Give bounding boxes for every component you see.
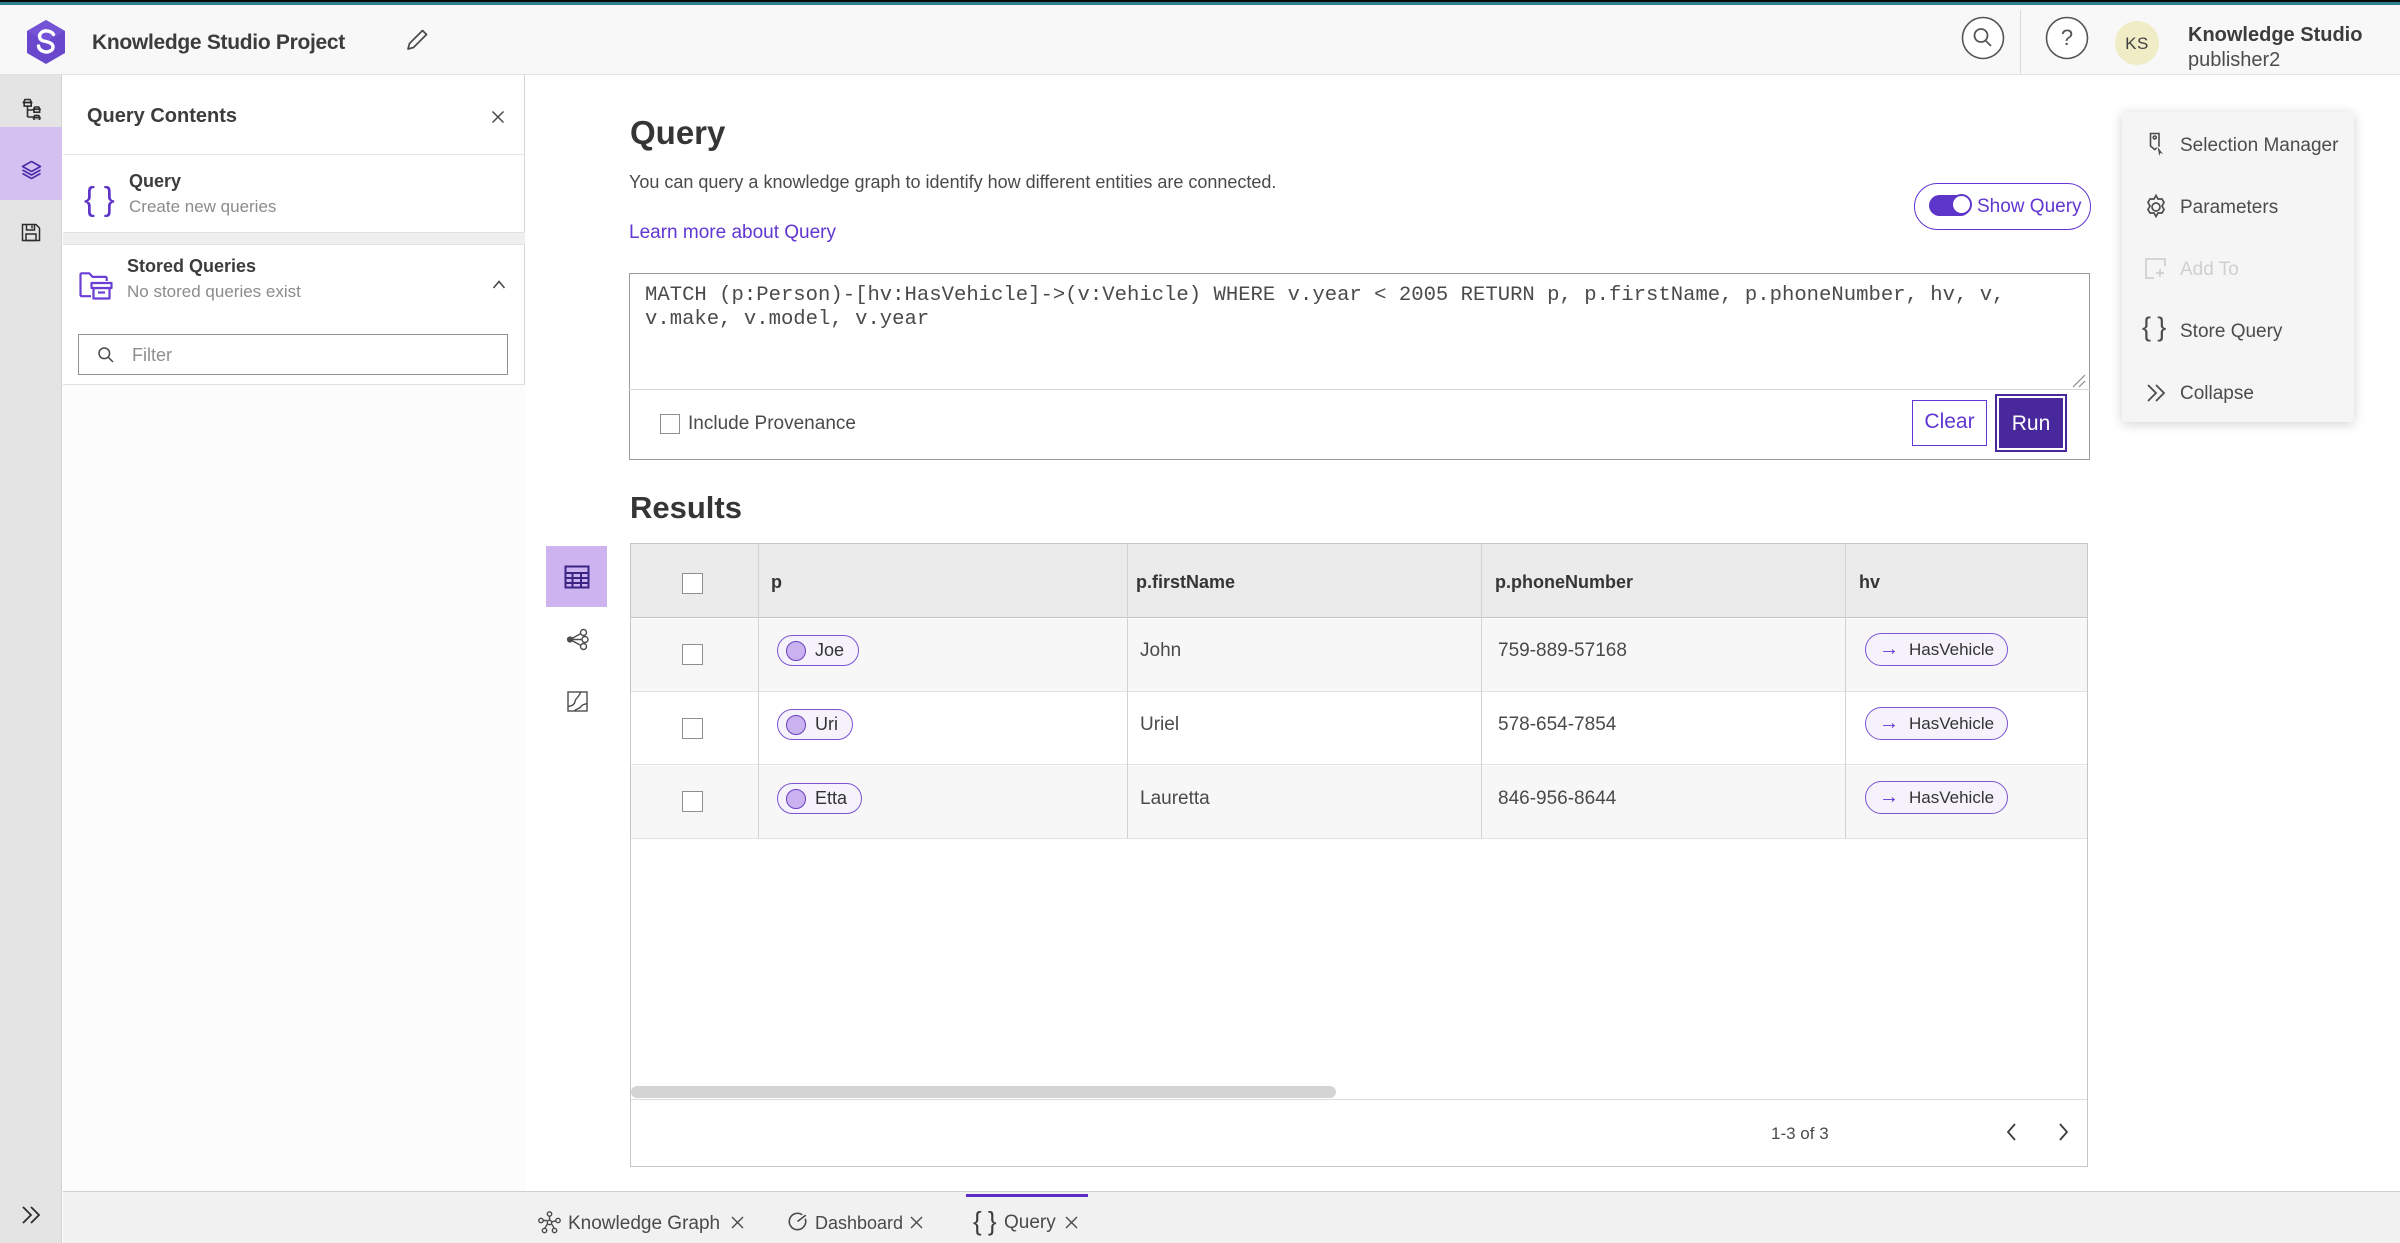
svg-text:?: ? [2061,25,2073,50]
